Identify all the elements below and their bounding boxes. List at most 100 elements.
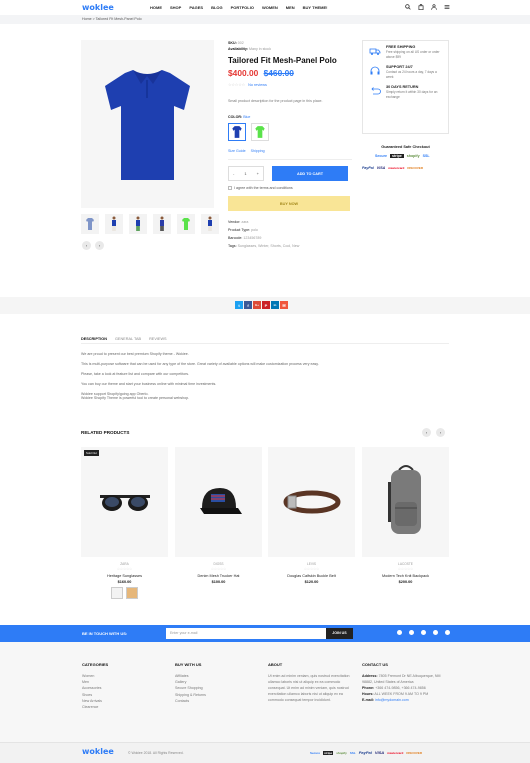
- chevron-left-icon[interactable]: ‹: [422, 428, 431, 437]
- thumbnail[interactable]: [177, 214, 195, 234]
- footer-link[interactable]: Clearence: [82, 704, 172, 710]
- qty-plus-button[interactable]: +: [257, 171, 259, 176]
- feature-desc: Simply return it within 30 days for an e…: [386, 90, 438, 99]
- nav-item-men[interactable]: MEN: [286, 5, 295, 10]
- product-card[interactable]: LEVIS ☆☆☆☆☆ Douglas Calfskin Buckle Belt…: [268, 447, 355, 584]
- swatch-green[interactable]: [251, 123, 269, 141]
- nav-item-women[interactable]: WOMEN: [262, 5, 278, 10]
- thumbnail[interactable]: [201, 214, 219, 234]
- footer-logo[interactable]: woklee: [82, 747, 114, 756]
- product-card-image[interactable]: [268, 447, 355, 557]
- product-title: Tailored Fit Mesh-Panel Polo: [228, 56, 337, 65]
- nav-item-blog[interactable]: BLOG: [211, 5, 223, 10]
- tags-value[interactable]: Sunglasses, Winter, Shorts, Cool, New: [238, 244, 300, 248]
- type-value[interactable]: polo: [251, 228, 258, 232]
- feature-item: 30 DAYS RETURN Simply return it within 30…: [369, 85, 442, 99]
- nav-item-portfolio[interactable]: PORTFOLIO: [231, 5, 254, 10]
- twitter-icon[interactable]: [409, 630, 414, 635]
- availability-label: Availability:: [228, 47, 249, 51]
- breadcrumb-bar: Home > Tailored Fit Mesh-Panel Polo: [0, 15, 530, 24]
- discover-badge: DISCOVER: [407, 166, 424, 170]
- vendor-value[interactable]: zara: [241, 220, 248, 224]
- footer-link[interactable]: Contacts: [175, 698, 265, 704]
- chevron-right-icon[interactable]: ›: [436, 428, 445, 437]
- qty-value[interactable]: 1: [244, 171, 246, 176]
- quantity-stepper[interactable]: - 1 +: [228, 166, 264, 181]
- product-price: $200.00: [398, 580, 413, 584]
- vendor-label: Vendor:: [228, 220, 241, 224]
- swatch-thumbnail[interactable]: [126, 587, 138, 599]
- original-price: $460.00: [263, 68, 294, 78]
- instagram-icon[interactable]: [445, 630, 450, 635]
- product-card[interactable]: Sold Out ZARA ☆☆☆☆☆ Heritage Sunglasses …: [81, 447, 168, 599]
- chevron-right-icon[interactable]: ›: [95, 241, 104, 250]
- user-icon[interactable]: [431, 4, 437, 10]
- google-share-icon[interactable]: G+: [253, 301, 261, 309]
- breadcrumb-home[interactable]: Home: [82, 17, 92, 21]
- facebook-icon[interactable]: [397, 630, 402, 635]
- buy-now-button[interactable]: BUY NOW: [228, 196, 350, 211]
- shipping-link[interactable]: Shipping: [251, 149, 265, 153]
- qty-minus-button[interactable]: -: [233, 171, 234, 176]
- reviews-link[interactable]: No reviews: [248, 83, 267, 87]
- product-name[interactable]: Modern Tech Knit Backpack: [362, 574, 449, 578]
- product-card-image[interactable]: [362, 447, 449, 557]
- newsletter-email-input[interactable]: Enter your e-mail: [166, 628, 326, 639]
- product-price: $400.00 $460.00: [228, 68, 352, 78]
- newsletter-title: BE IN TOUCH WITH US:: [82, 631, 128, 636]
- size-guide-link[interactable]: Size Guide: [228, 149, 246, 153]
- nav-item-pages[interactable]: PAGES: [189, 5, 203, 10]
- google-icon[interactable]: [421, 630, 426, 635]
- product-price: $160.00: [117, 580, 132, 584]
- facebook-share-icon[interactable]: f: [244, 301, 252, 309]
- product-card-image[interactable]: [175, 447, 262, 557]
- linkedin-share-icon[interactable]: in: [271, 301, 279, 309]
- product-card-image[interactable]: Sold Out: [81, 447, 168, 557]
- twitter-share-icon[interactable]: t: [235, 301, 243, 309]
- thumbnail[interactable]: [153, 214, 171, 234]
- pinterest-share-icon[interactable]: P: [262, 301, 270, 309]
- product-card[interactable]: DIOSS ☆☆☆☆☆ Denim Mesh Trucker Hat $100.…: [175, 447, 262, 584]
- menu-icon[interactable]: [444, 4, 450, 10]
- thumbnail[interactable]: [81, 214, 99, 234]
- color-label: COLOR: Blue: [228, 115, 352, 119]
- product-name[interactable]: Douglas Calfskin Buckle Belt: [268, 574, 355, 578]
- product-main-image[interactable]: [81, 40, 214, 208]
- chevron-left-icon[interactable]: ‹: [82, 241, 91, 250]
- newsletter-bar: BE IN TOUCH WITH US: Enter your e-mail J…: [0, 625, 530, 642]
- description-paragraph: You can buy our theme and start your bus…: [81, 382, 217, 386]
- barcode-label: Barcode:: [228, 236, 243, 240]
- terms-checkbox[interactable]: [228, 186, 232, 190]
- headset-icon: [369, 65, 381, 77]
- nav-item-buy-theme[interactable]: BUY THEME!: [303, 5, 328, 10]
- nav-item-shop[interactable]: SHOP: [170, 5, 181, 10]
- footer-categories: CATEGORIES Women Men Accessories Shoes N…: [82, 662, 172, 710]
- email-share-icon[interactable]: ✉: [280, 301, 288, 309]
- nav-item-home[interactable]: HOME: [150, 5, 162, 10]
- tags-label: Tags:: [228, 244, 237, 248]
- thumbnail[interactable]: [129, 214, 147, 234]
- search-icon[interactable]: [405, 4, 411, 10]
- site-logo[interactable]: woklee: [82, 3, 114, 12]
- bag-icon[interactable]: [418, 3, 424, 11]
- backpack-icon: [387, 465, 421, 534]
- join-us-button[interactable]: JOIN US: [326, 628, 353, 639]
- feature-item: FREE SHIPPING Free shipping on all US ord…: [369, 45, 442, 59]
- about-text: Ut enim ad minim veniam, quis nostrud ex…: [268, 674, 350, 702]
- product-card[interactable]: LACOSTE ☆☆☆☆☆ Modern Tech Knit Backpack …: [362, 447, 449, 584]
- header-icons: [405, 3, 450, 11]
- swatch-blue[interactable]: [228, 123, 246, 141]
- feature-item: SUPPORT 24/7 Contact us 24 hours a day, 7…: [369, 65, 442, 79]
- divider: [228, 159, 352, 160]
- swatch-thumbnail[interactable]: [111, 587, 123, 599]
- product-name[interactable]: Denim Mesh Trucker Hat: [175, 574, 262, 578]
- thumbnail[interactable]: [105, 214, 123, 234]
- features-box: FREE SHIPPING Free shipping on all US ord…: [362, 40, 449, 134]
- product-meta: Vendor: zara Product Type: polo Barcode:…: [228, 218, 352, 250]
- product-name[interactable]: Heritage Sunglasses: [81, 574, 168, 578]
- add-to-cart-button[interactable]: ADD TO CART: [272, 166, 348, 181]
- email-link[interactable]: info@mydomain.com: [375, 698, 409, 702]
- pinterest-icon[interactable]: [433, 630, 438, 635]
- product-rating: ☆☆☆☆☆: [116, 567, 133, 571]
- sale-price: $400.00: [228, 68, 259, 78]
